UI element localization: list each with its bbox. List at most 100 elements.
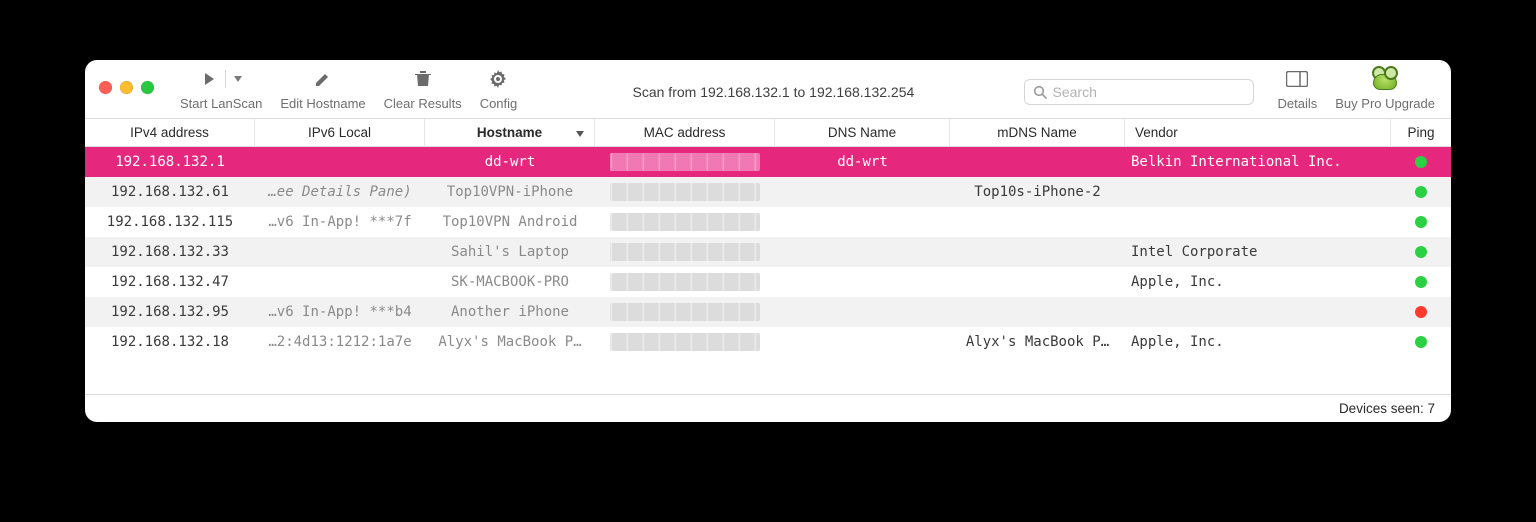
table-row[interactable]: 192.168.132.47SK-MACBOOK-PROApple, Inc. [85,267,1451,297]
cell-mac [595,327,775,357]
buy-pro-button[interactable]: Buy Pro Upgrade [1329,66,1441,111]
cell-mac [595,207,775,237]
mac-redacted [610,273,760,291]
cell-ipv4: 192.168.132.47 [85,267,255,297]
cell-ping [1391,297,1451,327]
cell-hostname: Top10VPN Android [425,207,595,237]
table-body: 192.168.132.1dd-wrtdd-wrtBelkin Internat… [85,147,1451,357]
cell-ipv6 [255,147,425,177]
col-header-ping[interactable]: Ping [1391,119,1451,146]
cell-dns [775,237,950,267]
cell-mac [595,237,775,267]
cell-dns [775,177,950,207]
close-window-button[interactable] [99,81,112,94]
cell-mac [595,297,775,327]
cell-hostname: Top10VPN-iPhone [425,177,595,207]
table-row[interactable]: 192.168.132.18…2:4d13:1212:1a7e Alyx's Ma… [85,327,1451,357]
start-lanscan-button[interactable]: Start LanScan [174,66,268,111]
cell-hostname: Sahil's Laptop [425,237,595,267]
cell-ping [1391,327,1451,357]
start-lanscan-label: Start LanScan [180,96,262,111]
sort-chevron-icon [576,125,584,140]
cell-mdns: Alyx's MacBook P… [950,327,1125,357]
ping-status-dot [1415,246,1427,258]
col-header-mdns[interactable]: mDNS Name [950,119,1125,146]
ping-status-dot [1415,276,1427,288]
zoom-window-button[interactable] [141,81,154,94]
cell-mdns [950,237,1125,267]
cell-vendor: Intel Corporate [1125,237,1391,267]
cell-vendor [1125,297,1391,327]
cell-vendor: Belkin International Inc. [1125,147,1391,177]
results-table: IPv4 address IPv6 Local Hostname MAC add… [85,118,1451,394]
col-header-mac[interactable]: MAC address [595,119,775,146]
cell-ping [1391,207,1451,237]
clear-results-label: Clear Results [384,96,462,111]
edit-hostname-button[interactable]: Edit Hostname [274,66,371,111]
cell-mac [595,147,775,177]
cell-ipv6: …v6 In-App! ***b4 [255,297,425,327]
cell-ipv4: 192.168.132.18 [85,327,255,357]
cell-ipv6: …2:4d13:1212:1a7e [255,327,425,357]
cell-dns: dd-wrt [775,147,950,177]
scan-range-text: Scan from 192.168.132.1 to 192.168.132.2… [621,84,927,100]
col-header-vendor[interactable]: Vendor [1125,119,1391,146]
cell-mdns [950,207,1125,237]
col-header-dns[interactable]: DNS Name [775,119,950,146]
cell-hostname: Another iPhone [425,297,595,327]
play-icon [201,71,217,87]
cell-ipv4: 192.168.132.61 [85,177,255,207]
cell-vendor [1125,177,1391,207]
clear-results-button[interactable]: Clear Results [378,66,468,111]
app-window: Start LanScan Edit Hostname Clear Result… [85,60,1451,422]
table-row[interactable]: 192.168.132.95…v6 In-App! ***b4Another i… [85,297,1451,327]
ping-status-dot [1415,336,1427,348]
details-button[interactable]: Details [1260,66,1324,111]
cell-dns [775,297,950,327]
cell-mdns [950,147,1125,177]
cell-hostname: SK-MACBOOK-PRO [425,267,595,297]
start-dropdown-icon[interactable] [234,76,242,82]
col-header-hostname[interactable]: Hostname [425,119,595,146]
table-row[interactable]: 192.168.132.1dd-wrtdd-wrtBelkin Internat… [85,147,1451,177]
cell-dns [775,267,950,297]
cell-ipv6: …v6 In-App! ***7f [255,207,425,237]
devices-seen-label: Devices seen: 7 [1339,401,1435,416]
mac-redacted [610,303,760,321]
trash-icon [415,70,431,88]
gear-icon [489,70,507,88]
cell-ipv6: …ee Details Pane) [255,177,425,207]
cell-vendor [1125,207,1391,237]
ping-status-dot [1415,186,1427,198]
edit-hostname-label: Edit Hostname [280,96,365,111]
cell-ipv4: 192.168.132.95 [85,297,255,327]
search-icon [1033,85,1047,99]
col-header-ipv6[interactable]: IPv6 Local [255,119,425,146]
ping-status-dot [1415,216,1427,228]
cell-mdns [950,267,1125,297]
cell-dns [775,207,950,237]
cell-ipv4: 192.168.132.33 [85,237,255,267]
cell-ping [1391,147,1451,177]
mac-redacted [610,213,760,231]
toolbar: Start LanScan Edit Hostname Clear Result… [85,60,1451,118]
table-row[interactable]: 192.168.132.115…v6 In-App! ***7fTop10VPN… [85,207,1451,237]
table-row[interactable]: 192.168.132.61…ee Details Pane)Top10VPN-… [85,177,1451,207]
cell-ping [1391,237,1451,267]
buy-pro-label: Buy Pro Upgrade [1335,96,1435,111]
pencil-icon [314,70,332,88]
table-row[interactable]: 192.168.132.33 Sahil's Laptop Intel Corpor… [85,237,1451,267]
cell-ping [1391,177,1451,207]
cell-mdns: Top10s-iPhone-2 [950,177,1125,207]
minimize-window-button[interactable] [120,81,133,94]
cell-dns [775,327,950,357]
ping-status-dot [1415,156,1427,168]
config-button[interactable]: Config [474,66,524,111]
mac-redacted [610,333,760,351]
mac-redacted [610,183,760,201]
col-header-ipv4[interactable]: IPv4 address [85,119,255,146]
ping-status-dot [1415,306,1427,318]
search-field[interactable] [1024,79,1254,105]
search-input[interactable] [1053,84,1245,100]
details-label: Details [1278,96,1318,111]
